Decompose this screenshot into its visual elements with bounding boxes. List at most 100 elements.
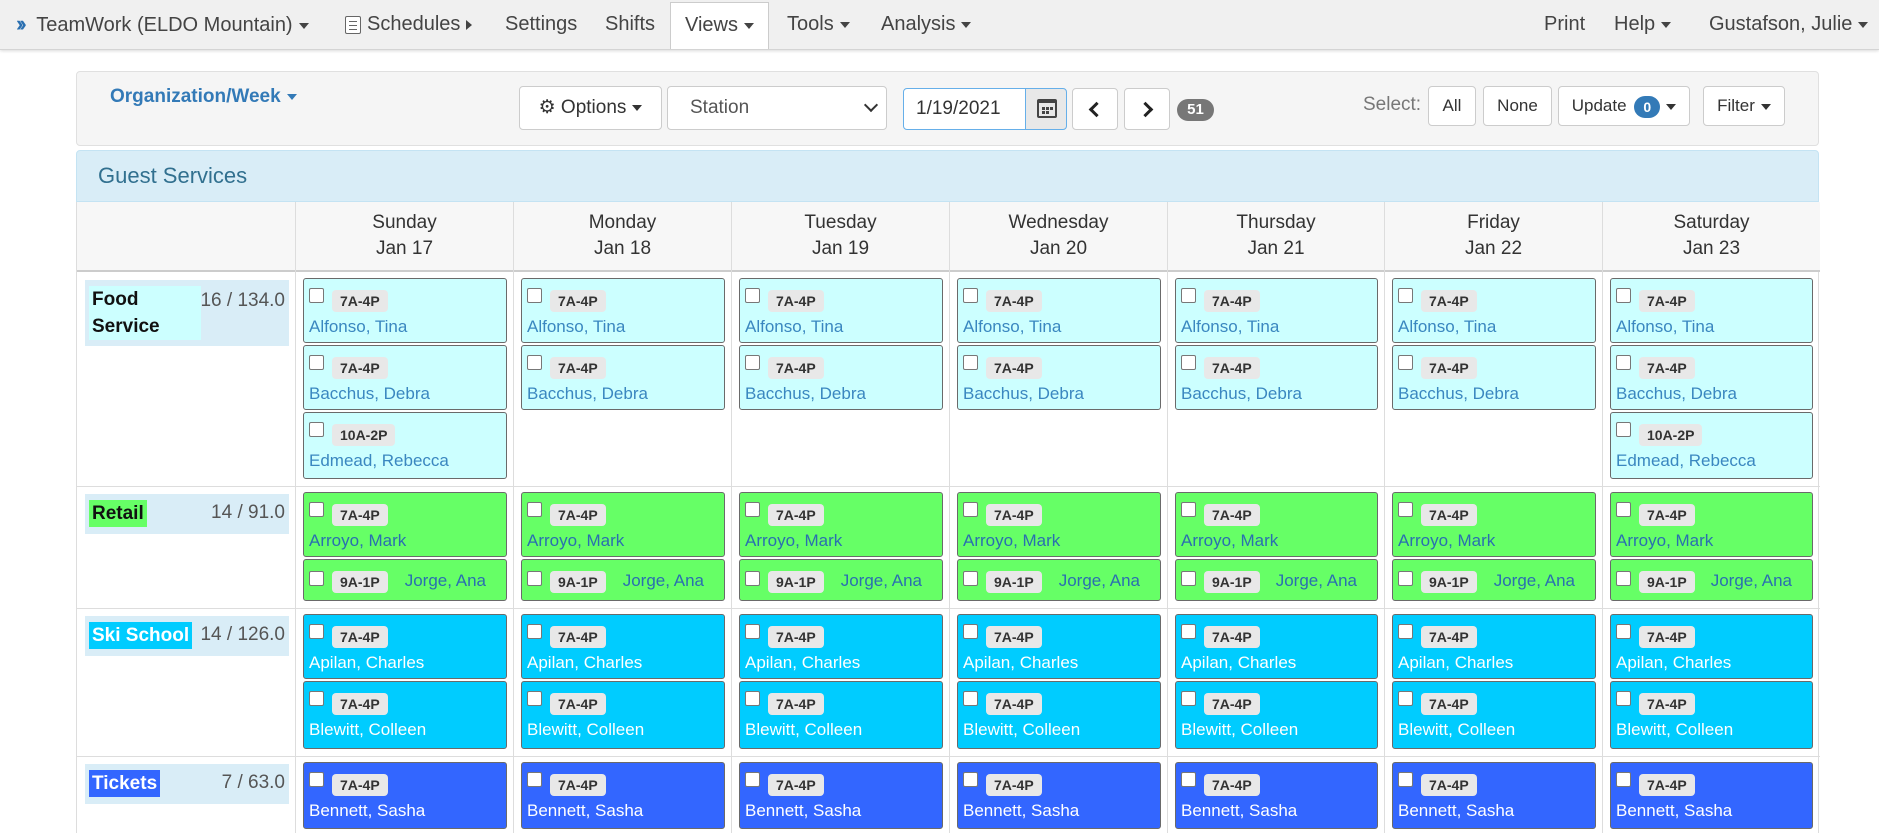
employee-name[interactable]: Apilan, Charles bbox=[527, 653, 642, 673]
employee-name[interactable]: Jorge, Ana bbox=[1494, 571, 1575, 591]
shift-card[interactable]: 7A-4P Blewitt, Colleen bbox=[521, 681, 725, 749]
employee-name[interactable]: Bennett, Sasha bbox=[1181, 801, 1297, 821]
employee-name[interactable]: Alfonso, Tina bbox=[1398, 317, 1496, 337]
shift-card[interactable]: 7A-4P Bacchus, Debra bbox=[1392, 345, 1596, 410]
employee-name[interactable]: Edmead, Rebecca bbox=[1616, 451, 1756, 471]
shift-card[interactable]: 7A-4P Alfonso, Tina bbox=[1175, 278, 1378, 343]
shift-checkbox[interactable] bbox=[1398, 624, 1413, 639]
employee-name[interactable]: Bennett, Sasha bbox=[1398, 801, 1514, 821]
shift-checkbox[interactable] bbox=[1181, 691, 1196, 706]
shift-checkbox[interactable] bbox=[1616, 624, 1631, 639]
nav-shifts[interactable]: Shifts bbox=[605, 0, 655, 49]
shift-checkbox[interactable] bbox=[745, 288, 760, 303]
shift-checkbox[interactable] bbox=[527, 691, 542, 706]
brand-menu[interactable]: ›› TeamWork (ELDO Mountain) bbox=[16, 0, 309, 49]
employee-name[interactable]: Alfonso, Tina bbox=[963, 317, 1061, 337]
shift-checkbox[interactable] bbox=[527, 355, 542, 370]
employee-name[interactable]: Blewitt, Colleen bbox=[309, 720, 426, 740]
shift-checkbox[interactable] bbox=[963, 502, 978, 517]
employee-name[interactable]: Apilan, Charles bbox=[963, 653, 1078, 673]
employee-name[interactable]: Blewitt, Colleen bbox=[1181, 720, 1298, 740]
employee-name[interactable]: Apilan, Charles bbox=[309, 653, 424, 673]
shift-checkbox[interactable] bbox=[745, 502, 760, 517]
shift-card[interactable]: 7A-4P Bennett, Sasha bbox=[1175, 762, 1378, 829]
shift-checkbox[interactable] bbox=[1616, 772, 1631, 787]
employee-name[interactable]: Arroyo, Mark bbox=[1398, 531, 1495, 551]
shift-card[interactable]: 7A-4P Arroyo, Mark bbox=[1175, 492, 1378, 557]
employee-name[interactable]: Bacchus, Debra bbox=[1398, 384, 1519, 404]
employee-name[interactable]: Bacchus, Debra bbox=[1181, 384, 1302, 404]
shift-checkbox[interactable] bbox=[1616, 502, 1631, 517]
nav-schedules[interactable]: Schedules bbox=[345, 0, 473, 49]
shift-checkbox[interactable] bbox=[309, 624, 324, 639]
employee-name[interactable]: Arroyo, Mark bbox=[745, 531, 842, 551]
shift-checkbox[interactable] bbox=[1181, 571, 1196, 586]
shift-checkbox[interactable] bbox=[527, 502, 542, 517]
shift-checkbox[interactable] bbox=[1616, 691, 1631, 706]
shift-checkbox[interactable] bbox=[527, 772, 542, 787]
shift-checkbox[interactable] bbox=[1398, 355, 1413, 370]
shift-checkbox[interactable] bbox=[1181, 288, 1196, 303]
shift-checkbox[interactable] bbox=[963, 288, 978, 303]
shift-checkbox[interactable] bbox=[1398, 502, 1413, 517]
shift-card[interactable]: 7A-4P Bacchus, Debra bbox=[957, 345, 1161, 410]
shift-card[interactable]: 7A-4P Blewitt, Colleen bbox=[1175, 681, 1378, 749]
employee-name[interactable]: Apilan, Charles bbox=[1616, 653, 1731, 673]
shift-card[interactable]: 7A-4P Blewitt, Colleen bbox=[957, 681, 1161, 749]
shift-card[interactable]: 7A-4P Bacchus, Debra bbox=[1175, 345, 1378, 410]
employee-name[interactable]: Bennett, Sasha bbox=[1616, 801, 1732, 821]
shift-card[interactable]: 7A-4P Arroyo, Mark bbox=[303, 492, 507, 557]
employee-name[interactable]: Arroyo, Mark bbox=[309, 531, 406, 551]
employee-name[interactable]: Blewitt, Colleen bbox=[527, 720, 644, 740]
calendar-button[interactable] bbox=[1025, 88, 1067, 130]
nav-settings[interactable]: Settings bbox=[505, 0, 577, 49]
employee-name[interactable]: Alfonso, Tina bbox=[309, 317, 407, 337]
shift-checkbox[interactable] bbox=[1181, 355, 1196, 370]
shift-checkbox[interactable] bbox=[1398, 571, 1413, 586]
station-select[interactable]: Station bbox=[667, 86, 887, 130]
shift-card[interactable]: 7A-4P Arroyo, Mark bbox=[1610, 492, 1813, 557]
shift-checkbox[interactable] bbox=[1616, 355, 1631, 370]
employee-name[interactable]: Arroyo, Mark bbox=[963, 531, 1060, 551]
employee-name[interactable]: Jorge, Ana bbox=[841, 571, 922, 591]
employee-name[interactable]: Bennett, Sasha bbox=[309, 801, 425, 821]
employee-name[interactable]: Jorge, Ana bbox=[1059, 571, 1140, 591]
shift-checkbox[interactable] bbox=[963, 624, 978, 639]
employee-name[interactable]: Apilan, Charles bbox=[745, 653, 860, 673]
shift-card[interactable]: 9A-1P Jorge, Ana bbox=[521, 559, 725, 601]
shift-card[interactable]: 7A-4P Apilan, Charles bbox=[957, 614, 1161, 679]
nav-views[interactable]: Views bbox=[670, 2, 769, 49]
employee-name[interactable]: Bennett, Sasha bbox=[963, 801, 1079, 821]
shift-checkbox[interactable] bbox=[309, 422, 324, 437]
employee-name[interactable]: Blewitt, Colleen bbox=[1616, 720, 1733, 740]
nav-tools[interactable]: Tools bbox=[787, 0, 850, 49]
shift-checkbox[interactable] bbox=[527, 288, 542, 303]
shift-card[interactable]: 9A-1P Jorge, Ana bbox=[1610, 559, 1813, 601]
shift-card[interactable]: 7A-4P Bennett, Sasha bbox=[957, 762, 1161, 829]
shift-card[interactable]: 7A-4P Alfonso, Tina bbox=[957, 278, 1161, 343]
employee-name[interactable]: Alfonso, Tina bbox=[527, 317, 625, 337]
shift-card[interactable]: 7A-4P Bacchus, Debra bbox=[303, 345, 507, 410]
options-button[interactable]: ⚙ Options bbox=[519, 86, 662, 130]
shift-card[interactable]: 7A-4P Bacchus, Debra bbox=[521, 345, 725, 410]
shift-card[interactable]: 7A-4P Arroyo, Mark bbox=[521, 492, 725, 557]
shift-card[interactable]: 7A-4P Apilan, Charles bbox=[303, 614, 507, 679]
shift-card[interactable]: 7A-4P Alfonso, Tina bbox=[739, 278, 943, 343]
select-all-button[interactable]: All bbox=[1428, 86, 1476, 126]
shift-checkbox[interactable] bbox=[745, 691, 760, 706]
employee-name[interactable]: Blewitt, Colleen bbox=[745, 720, 862, 740]
shift-card[interactable]: 7A-4P Blewitt, Colleen bbox=[1392, 681, 1596, 749]
shift-card[interactable]: 9A-1P Jorge, Ana bbox=[303, 559, 507, 601]
shift-card[interactable]: 9A-1P Jorge, Ana bbox=[739, 559, 943, 601]
shift-card[interactable]: 7A-4P Blewitt, Colleen bbox=[303, 681, 507, 749]
shift-card[interactable]: 10A-2P Edmead, Rebecca bbox=[303, 412, 507, 479]
shift-card[interactable]: 7A-4P Apilan, Charles bbox=[1175, 614, 1378, 679]
shift-checkbox[interactable] bbox=[1181, 772, 1196, 787]
shift-checkbox[interactable] bbox=[309, 355, 324, 370]
shift-card[interactable]: 7A-4P Apilan, Charles bbox=[1392, 614, 1596, 679]
employee-name[interactable]: Alfonso, Tina bbox=[1616, 317, 1714, 337]
shift-checkbox[interactable] bbox=[309, 571, 324, 586]
shift-card[interactable]: 7A-4P Alfonso, Tina bbox=[1610, 278, 1813, 343]
next-week-button[interactable] bbox=[1124, 88, 1170, 130]
shift-checkbox[interactable] bbox=[963, 355, 978, 370]
